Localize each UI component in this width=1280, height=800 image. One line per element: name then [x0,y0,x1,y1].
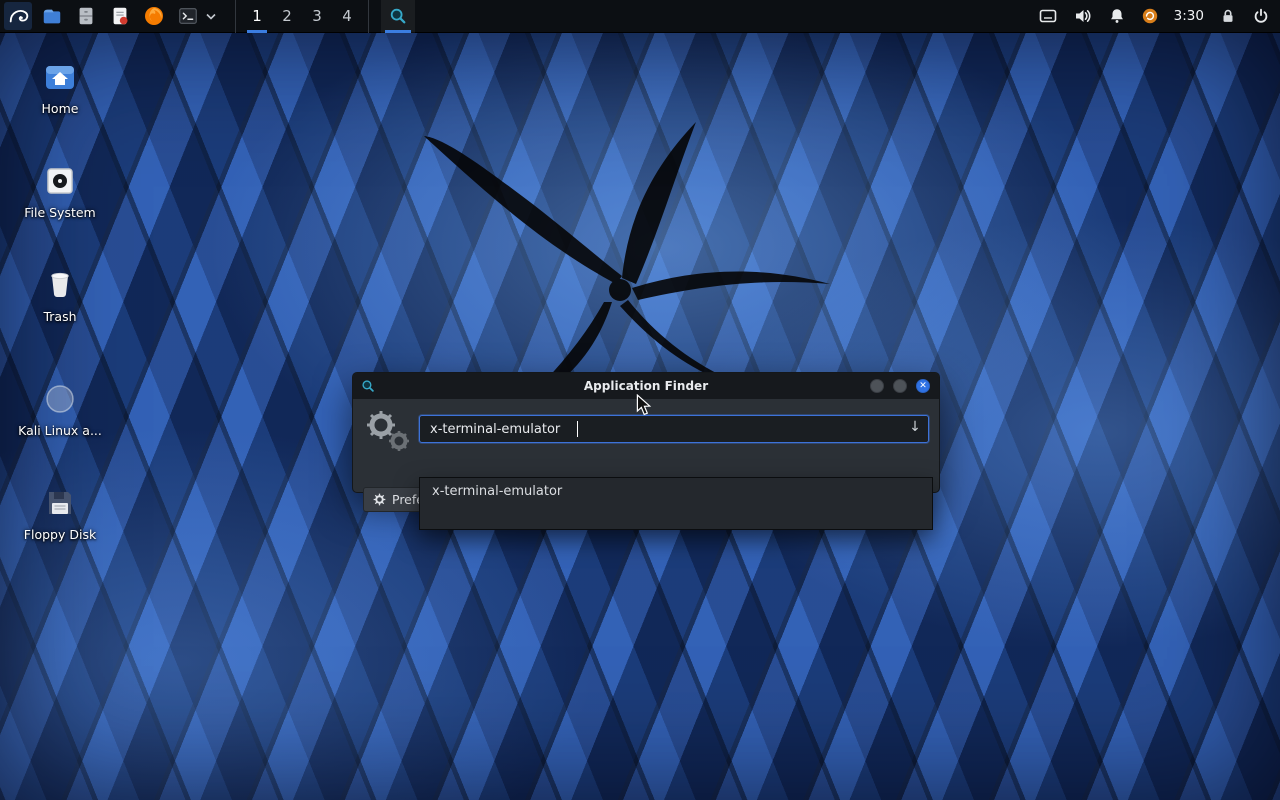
kali-logo-icon [7,5,29,27]
status-orange-icon [1141,7,1159,25]
volume-tray-button[interactable] [1073,6,1093,26]
gears-icon [365,409,411,453]
terminal-dropdown-button[interactable] [205,2,217,30]
workspace-pager: 1 2 3 4 [235,0,369,33]
workspace-1[interactable]: 1 [242,0,272,33]
file-system-icon [43,164,77,198]
power-tray-button[interactable] [1252,7,1270,25]
power-icon [1252,7,1270,25]
lock-icon [1219,7,1237,25]
terminal-launcher[interactable] [174,2,202,30]
file-manager-launcher[interactable] [38,2,66,30]
file-cabinet-launcher[interactable] [72,2,100,30]
desktop-icon-label: Home [10,101,110,116]
kali-dragon-logo [360,88,880,408]
desktop-icon-label: Kali Linux a... [10,423,110,438]
firefox-launcher[interactable] [140,2,168,30]
workspace-4[interactable]: 4 [332,0,362,33]
desktop-icon-file-system[interactable]: File System [10,162,110,220]
gear-icon [373,493,386,506]
trash-icon [43,268,77,302]
completion-popup: x-terminal-emulator [419,477,933,530]
close-button[interactable]: ✕ [916,379,930,393]
window-title: Application Finder [353,379,939,393]
chevron-down-icon [206,13,216,20]
volume-icon [1073,6,1093,26]
terminal-icon [177,5,199,27]
firefox-icon [143,5,165,27]
text-editor-icon [109,5,131,27]
file-manager-icon [41,5,63,27]
system-tray: 3:30 [1038,6,1280,26]
desktop-root: 1 2 3 4 [0,0,1280,800]
text-editor-launcher[interactable] [106,2,134,30]
titlebar[interactable]: Application Finder ✕ [353,373,939,399]
workspace-2[interactable]: 2 [272,0,302,33]
status-tray-button[interactable] [1141,7,1159,25]
clock[interactable]: 3:30 [1174,8,1204,24]
clipboard-icon [1038,6,1058,26]
home-icon [43,60,77,94]
finder-body: ↓ Preferences x-terminal-emulator [353,399,939,493]
top-panel: 1 2 3 4 [0,0,1280,33]
workspace-3[interactable]: 3 [302,0,332,33]
text-caret [577,421,578,437]
completion-item[interactable]: x-terminal-emulator [420,478,932,505]
desktop-icon-home[interactable]: Home [10,58,110,116]
desktop-icon-kali-linux[interactable]: Kali Linux a... [10,380,110,438]
desktop-icon-trash[interactable]: Trash [10,266,110,324]
clipboard-tray-button[interactable] [1038,6,1058,26]
desktop-icon-label: File System [10,205,110,220]
floppy-disk-icon [43,486,77,520]
bell-icon [1108,7,1126,25]
lock-tray-button[interactable] [1219,7,1237,25]
maximize-button[interactable] [893,379,907,393]
search-input[interactable] [419,415,929,443]
kali-menu-button[interactable] [4,2,32,30]
application-finder-icon [389,7,407,25]
file-cabinet-icon [75,5,97,27]
kali-disc-icon [43,382,77,416]
taskbar-application-finder[interactable] [381,0,415,33]
minimize-button[interactable] [870,379,884,393]
window-buttons: ✕ [870,379,939,393]
desktop-icon-floppy-disk[interactable]: Floppy Disk [10,484,110,542]
desktop-icon-label: Floppy Disk [10,527,110,542]
notifications-tray-button[interactable] [1108,7,1126,25]
desktop-icon-label: Trash [10,309,110,324]
application-finder-window: Application Finder ✕ [352,372,940,493]
dropdown-arrow-icon[interactable]: ↓ [905,419,925,435]
